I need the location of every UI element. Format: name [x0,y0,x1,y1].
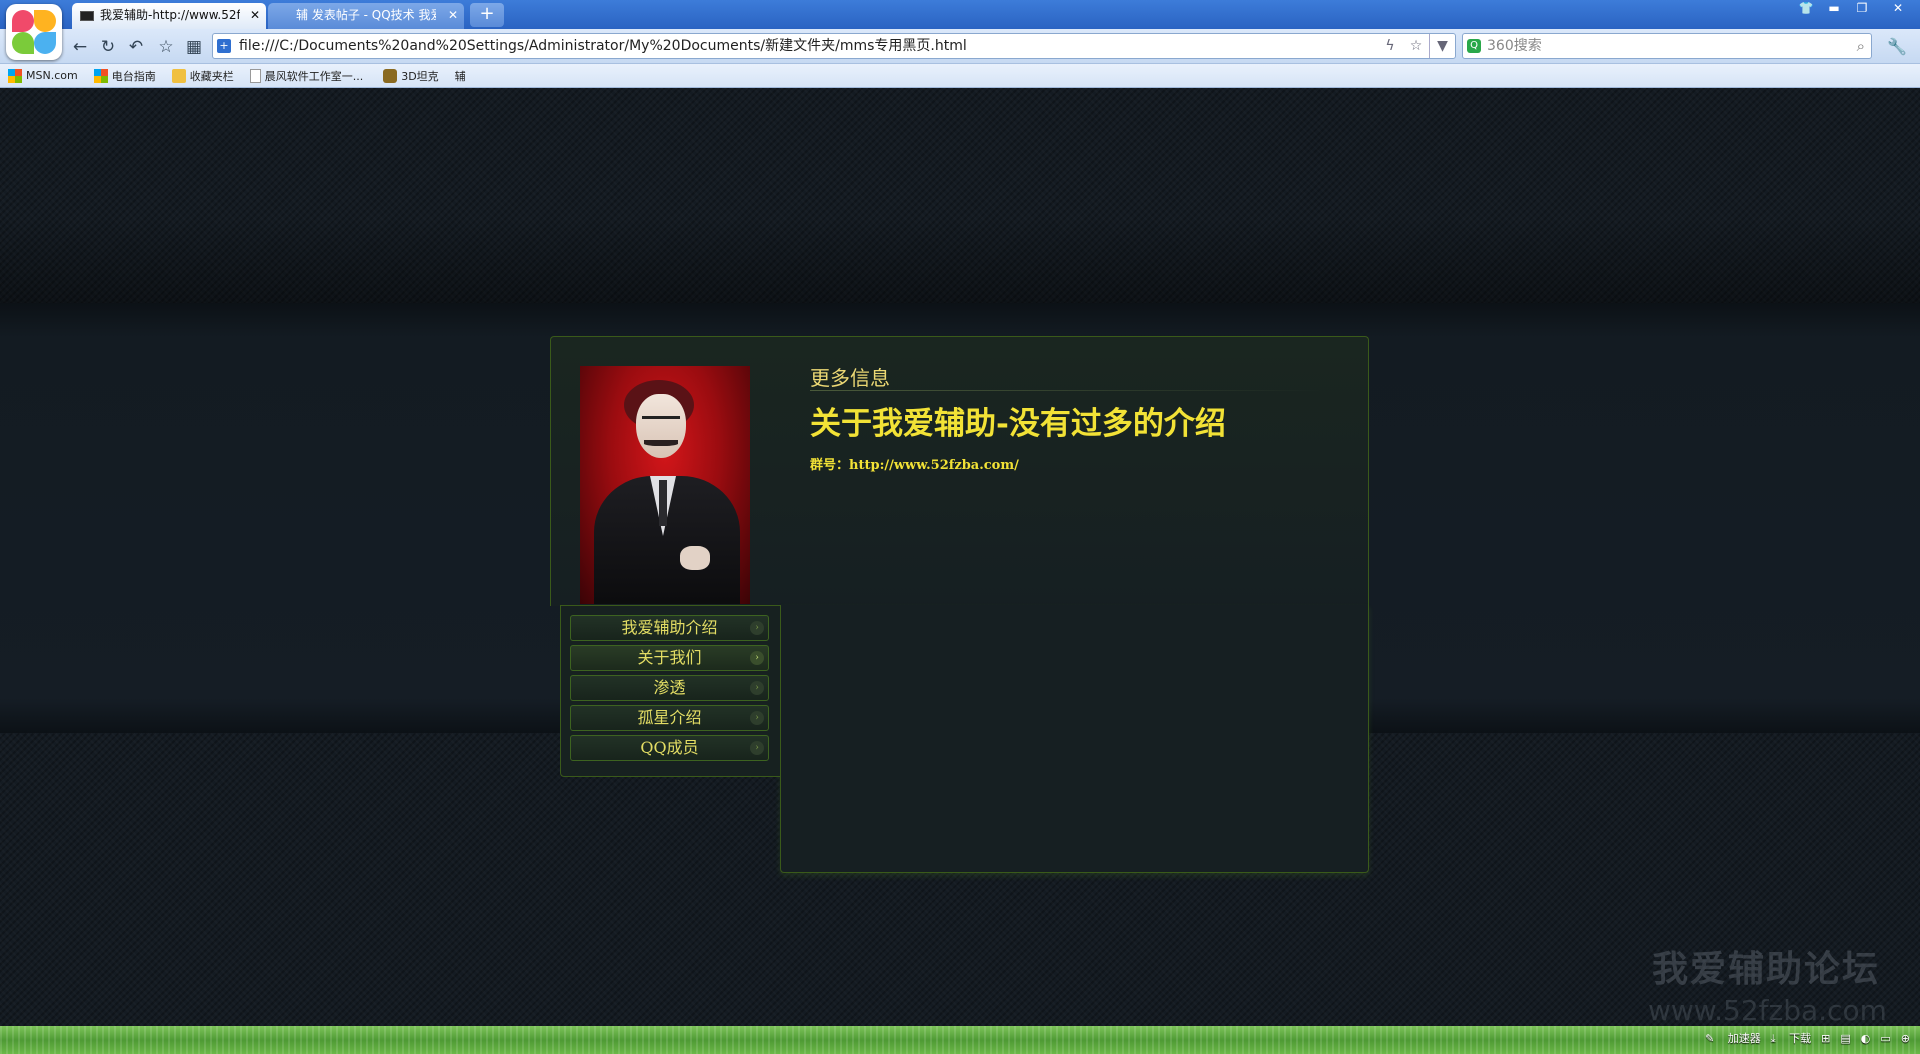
minimize-button[interactable]: ▬ [1820,0,1848,18]
accelerator-button[interactable]: ✎ 加速器 [1705,1030,1761,1046]
background-shade [0,88,1920,303]
tools-menu-icon[interactable]: 🔧 [1882,35,1912,59]
bookmark-label: 3D坦克 [401,69,439,83]
tab-title: 我爱辅助-http://www.52fzb [100,8,240,22]
close-tab-icon[interactable]: ✕ [448,3,458,28]
watermark-url: www.52fzba.com [1648,994,1887,1026]
add-favorite-icon[interactable]: + [217,39,231,53]
volume-icon[interactable]: ◐ [1861,1032,1871,1045]
bookmark-chenfeng[interactable]: 晨风软件工作室一... [249,64,364,87]
display-icon[interactable]: ▭ [1880,1032,1890,1045]
windows-logo-icon [93,68,108,83]
page-title: 关于我爱辅助-没有过多的介绍 [810,406,1226,442]
page-viewport: 我爱辅助介绍 › 关于我们 › 渗透 › 孤星介绍 › QQ成员 › 更多信息 … [0,88,1920,1026]
menu-item-pentest[interactable]: 渗透 › [570,675,769,701]
address-bar[interactable]: + file:///C:/Documents%20and%20Settings/… [212,33,1456,59]
accelerator-label: 加速器 [1727,1032,1761,1045]
content-panel-bottom [780,605,1369,873]
site-link[interactable]: http://www.52fzba.com/ [849,458,1019,473]
skin-icon[interactable]: 👕 [1792,0,1820,18]
menu-item-qq-members[interactable]: QQ成员 › [570,735,769,761]
group-label: 群号： [810,458,850,473]
window-controls: 👕 ▬ ❐ ✕ [1792,0,1920,18]
search-engine-icon[interactable]: Q [1467,39,1481,53]
bookmark-folder[interactable]: 收藏夹栏 [171,64,234,87]
status-bar: ✎ 加速器 ⤓ 下载 ⊞ ▤ ◐ ▭ ⊕ [0,1026,1920,1054]
profile-photo [580,366,750,604]
address-dropdown-icon[interactable]: ▼ [1429,34,1455,58]
tab-title: 辅 发表帖子 - QQ技术 我爱辅助 [296,8,436,22]
refresh-icon[interactable]: ↻ [96,35,120,59]
apps-icon[interactable]: ▦ [182,35,206,59]
status-bar-texture [0,1026,1920,1054]
menu-item-about[interactable]: 关于我们 › [570,645,769,671]
navigation-toolbar: ← ↻ ↶ ☆ ▦ + file:///C:/Documents%20and%2… [0,29,1920,64]
zoom-icon[interactable]: ⊕ [1901,1032,1910,1045]
windows-logo-icon [8,68,22,83]
bookmark-label: MSN.com [26,69,78,82]
menu-item-label: 孤星介绍 [637,708,702,727]
divider [810,390,1320,391]
page-icon [249,68,261,83]
folder-icon [171,68,186,83]
search-box[interactable]: Q 360搜索 ⌕ [1462,33,1872,59]
bookmark-tank[interactable]: 3D坦克 [383,64,439,87]
bookmark-label: 晨风软件工作室一... [264,69,364,83]
section-subtitle: 更多信息 [810,366,890,390]
address-input[interactable]: file:///C:/Documents%20and%20Settings/Ad… [239,34,967,58]
menu-item-guxing[interactable]: 孤星介绍 › [570,705,769,731]
search-input[interactable]: 360搜索 [1487,34,1542,58]
chevron-right-icon: › [750,651,764,665]
bookmark-radio[interactable]: 电台指南 [93,64,156,87]
tab-bar: 我爱辅助-http://www.52fzb ✕ 辅 发表帖子 - QQ技术 我爱… [0,0,1920,29]
menu-item-intro[interactable]: 我爱辅助介绍 › [570,615,769,641]
chevron-right-icon: › [750,621,764,635]
restore-button[interactable]: ❐ [1848,0,1876,18]
bookmark-star-icon[interactable]: ☆ [1403,34,1429,58]
undo-close-icon[interactable]: ↶ [124,35,148,59]
tank-icon [383,68,398,83]
menu-item-label: 关于我们 [637,648,702,667]
page-icon [80,11,94,21]
close-tab-icon[interactable]: ✕ [250,3,260,28]
chevron-right-icon: › [750,681,764,695]
close-window-button[interactable]: ✕ [1876,0,1920,18]
search-icon[interactable]: ⌕ [1857,34,1865,58]
bookmark-label: 电台指南 [111,69,156,83]
group-info: 群号：http://www.52fzba.com/ [810,454,1019,473]
new-tab-button[interactable]: + [470,3,504,27]
download-label: 下载 [1789,1032,1812,1045]
speed-mode-icon[interactable]: ϟ [1377,34,1403,58]
favorite-icon[interactable]: ☆ [154,35,178,59]
tab-inactive[interactable]: 辅 发表帖子 - QQ技术 我爱辅助 ✕ [268,3,464,29]
bookmark-label: 收藏夹栏 [189,69,234,83]
back-icon[interactable]: ← [68,35,92,59]
menu-item-label: 我爱辅助介绍 [621,618,718,637]
browser-logo-icon[interactable] [6,4,62,60]
chevron-right-icon: › [750,711,764,725]
bookmarks-bar: MSN.com 电台指南 收藏夹栏 晨风软件工作室一... 3D坦克 辅 [0,64,1920,88]
bookmark-label: 辅 [454,69,466,83]
download-button[interactable]: ⤓ 下载 [1771,1030,1811,1046]
bookmark-fu[interactable]: 辅 [455,64,466,87]
menu-item-label: 渗透 [653,678,686,697]
menu-item-label: QQ成员 [640,738,699,757]
bookmark-msn[interactable]: MSN.com [8,64,78,87]
watermark-title: 我爱辅助论坛 [1652,949,1881,990]
screenshot-icon[interactable]: ⊞ [1821,1032,1830,1045]
print-icon[interactable]: ▤ [1840,1032,1850,1045]
chevron-right-icon: › [750,741,764,755]
tab-active[interactable]: 我爱辅助-http://www.52fzb ✕ [72,3,266,29]
